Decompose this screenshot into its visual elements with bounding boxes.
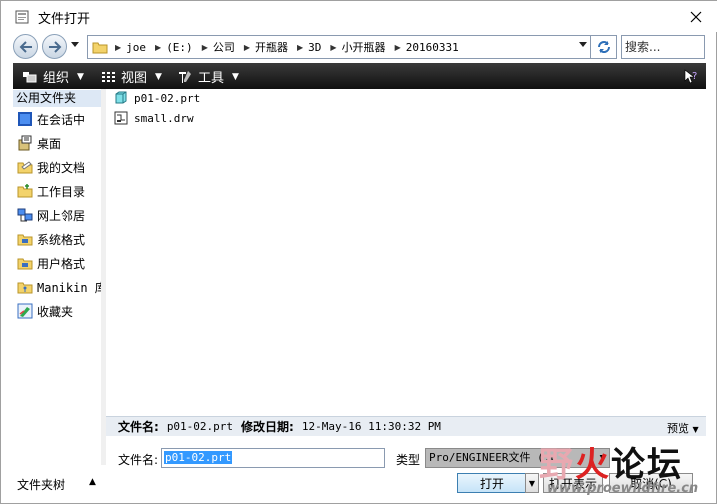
watermark-url: www.proewildfire.cn xyxy=(547,481,699,496)
sidebar-item-desktop[interactable]: 桌面 xyxy=(17,133,61,153)
sidebar-item-network[interactable]: 网上邻居 xyxy=(17,205,85,225)
sidebar-item-working-dir[interactable]: 工作目录 xyxy=(17,181,85,201)
file-name: p01-02.prt xyxy=(134,91,201,105)
path-segment[interactable]: 公司 xyxy=(213,39,235,55)
sidebar-item-label: 工作目录 xyxy=(37,184,86,199)
info-modified-label: 修改日期: xyxy=(241,420,294,434)
sidebar-item-label: 在会话中 xyxy=(37,112,86,127)
documents-icon xyxy=(17,161,33,174)
path-segment[interactable]: 20160331 xyxy=(406,41,459,54)
sidebar-item-label: 桌面 xyxy=(37,136,62,151)
organize-label: 组织 xyxy=(43,71,70,86)
file-info-bar: 文件名: p01-02.prt 修改日期: 12-May-16 11:30:32… xyxy=(106,416,706,436)
organize-icon xyxy=(23,71,37,82)
working-dir-icon xyxy=(17,184,33,198)
refresh-button[interactable] xyxy=(591,35,617,59)
user-format-icon xyxy=(17,258,33,270)
close-icon xyxy=(690,11,702,23)
network-icon xyxy=(17,208,33,222)
chevron-down-icon: ▼ xyxy=(232,71,239,82)
path-segment[interactable]: joe xyxy=(126,41,146,54)
window-title: 文件打开 xyxy=(38,12,91,27)
watermark-text: 野火论坛 xyxy=(539,445,683,485)
organize-menu[interactable]: 组织 ▼ xyxy=(22,67,84,86)
sidebar-item-label: 用户格式 xyxy=(37,256,86,271)
info-filename-value: p01-02.prt xyxy=(166,420,234,433)
forward-arrow-icon xyxy=(48,40,61,53)
search-input[interactable]: 搜索... xyxy=(621,35,705,59)
info-modified-value: 12-May-16 11:30:32 PM xyxy=(301,420,441,433)
filename-selected-text: p01-02.prt xyxy=(164,451,233,464)
back-button[interactable] xyxy=(13,34,38,59)
close-button[interactable] xyxy=(681,5,711,29)
svg-text:?: ? xyxy=(692,71,697,82)
tools-label: 工具 xyxy=(198,71,225,86)
session-icon xyxy=(18,112,32,126)
sidebar-item-favorites[interactable]: 收藏夹 xyxy=(17,301,73,321)
sidebar-item-user-formats[interactable]: 用户格式 xyxy=(17,253,85,273)
tools-icon xyxy=(179,70,191,83)
sidebar-item-manikin-library[interactable]: Manikin 库 xyxy=(17,277,107,297)
forward-button[interactable] xyxy=(42,34,67,59)
command-toolbar: 组织 ▼ 视图 ▼ 工具 ▼ ? xyxy=(13,63,706,89)
open-button[interactable]: 打开 xyxy=(457,473,527,493)
sidebar-item-label: 网上邻居 xyxy=(37,208,86,223)
address-dropdown-icon[interactable] xyxy=(579,42,587,48)
drawing-file-icon xyxy=(114,111,128,125)
file-name: small.drw xyxy=(134,111,194,125)
chevron-up-icon[interactable]: ▲ xyxy=(89,477,96,487)
title-bar: 文件打开 xyxy=(1,1,717,32)
type-label: 类型 xyxy=(396,453,421,467)
refresh-icon xyxy=(597,41,610,53)
path-segment[interactable]: 小开瓶器 xyxy=(342,39,386,55)
navigation-bar: ▶ joe ▶ (E:) ▶ 公司 ▶ 开瓶器 ▶ 3D ▶ 小开瓶器 ▶ 20160331 … xyxy=(1,32,717,61)
preview-label: 预览 xyxy=(667,422,689,435)
path-segment[interactable]: 3D xyxy=(308,41,321,54)
view-label: 视图 xyxy=(121,71,148,86)
view-menu[interactable]: 视图 ▼ xyxy=(101,67,162,86)
folder-icon xyxy=(92,42,108,54)
filename-field[interactable]: p01-02.prt xyxy=(161,448,385,468)
sidebar-item-label: 收藏夹 xyxy=(37,304,74,319)
file-open-dialog: 文件打开 ▶ joe ▶ (E:) ▶ 公司 ▶ 开瓶器 ▶ 3D ▶ 小开瓶器 ▶ 2016… xyxy=(0,0,717,504)
help-icon[interactable]: ? xyxy=(682,67,700,85)
part-file-icon xyxy=(115,91,127,104)
favorites-icon xyxy=(17,303,33,319)
chevron-down-icon: ▼ xyxy=(155,71,162,82)
watermark: 野火论坛 www.proewildfire.cn xyxy=(531,435,717,504)
sidebar-item-label: 我的文档 xyxy=(37,160,86,175)
sidebar-header: 公用文件夹 xyxy=(13,90,101,107)
sidebar-item-label: Manikin 库 xyxy=(37,280,107,295)
info-filename-label: 文件名: xyxy=(118,420,159,434)
sidebar-item-label: 系统格式 xyxy=(37,232,86,247)
system-format-icon xyxy=(17,234,33,246)
file-list xyxy=(106,89,706,417)
view-icon xyxy=(102,71,115,82)
history-dropdown-icon[interactable] xyxy=(71,42,79,48)
back-arrow-icon xyxy=(19,40,32,53)
preview-toggle[interactable]: 预览 ▼ xyxy=(667,420,699,436)
sidebar-item-my-documents[interactable]: 我的文档 xyxy=(17,157,85,177)
app-icon xyxy=(15,10,29,24)
desktop-icon xyxy=(18,135,32,151)
path-segment[interactable]: 开瓶器 xyxy=(255,39,288,55)
file-item-small-drw[interactable]: small.drw xyxy=(114,111,194,125)
tools-menu[interactable]: 工具 ▼ xyxy=(177,67,239,86)
address-bar[interactable]: ▶ joe ▶ (E:) ▶ 公司 ▶ 开瓶器 ▶ 3D ▶ 小开瓶器 ▶ 20160331 xyxy=(87,35,591,59)
filename-label: 文件名: xyxy=(118,453,159,467)
chevron-down-icon: ▼ xyxy=(77,71,84,82)
folder-tree-toggle[interactable]: 文件夹树 xyxy=(17,476,65,493)
chevron-down-icon: ▼ xyxy=(692,425,699,434)
file-item-p01-02[interactable]: p01-02.prt xyxy=(114,91,200,105)
open-label: 打开 xyxy=(479,476,504,491)
path-segment[interactable]: (E:) xyxy=(166,41,193,54)
manikin-icon xyxy=(17,282,33,294)
sidebar-item-in-session[interactable]: 在会话中 xyxy=(17,109,85,129)
sidebar-item-system-formats[interactable]: 系统格式 xyxy=(17,229,85,249)
